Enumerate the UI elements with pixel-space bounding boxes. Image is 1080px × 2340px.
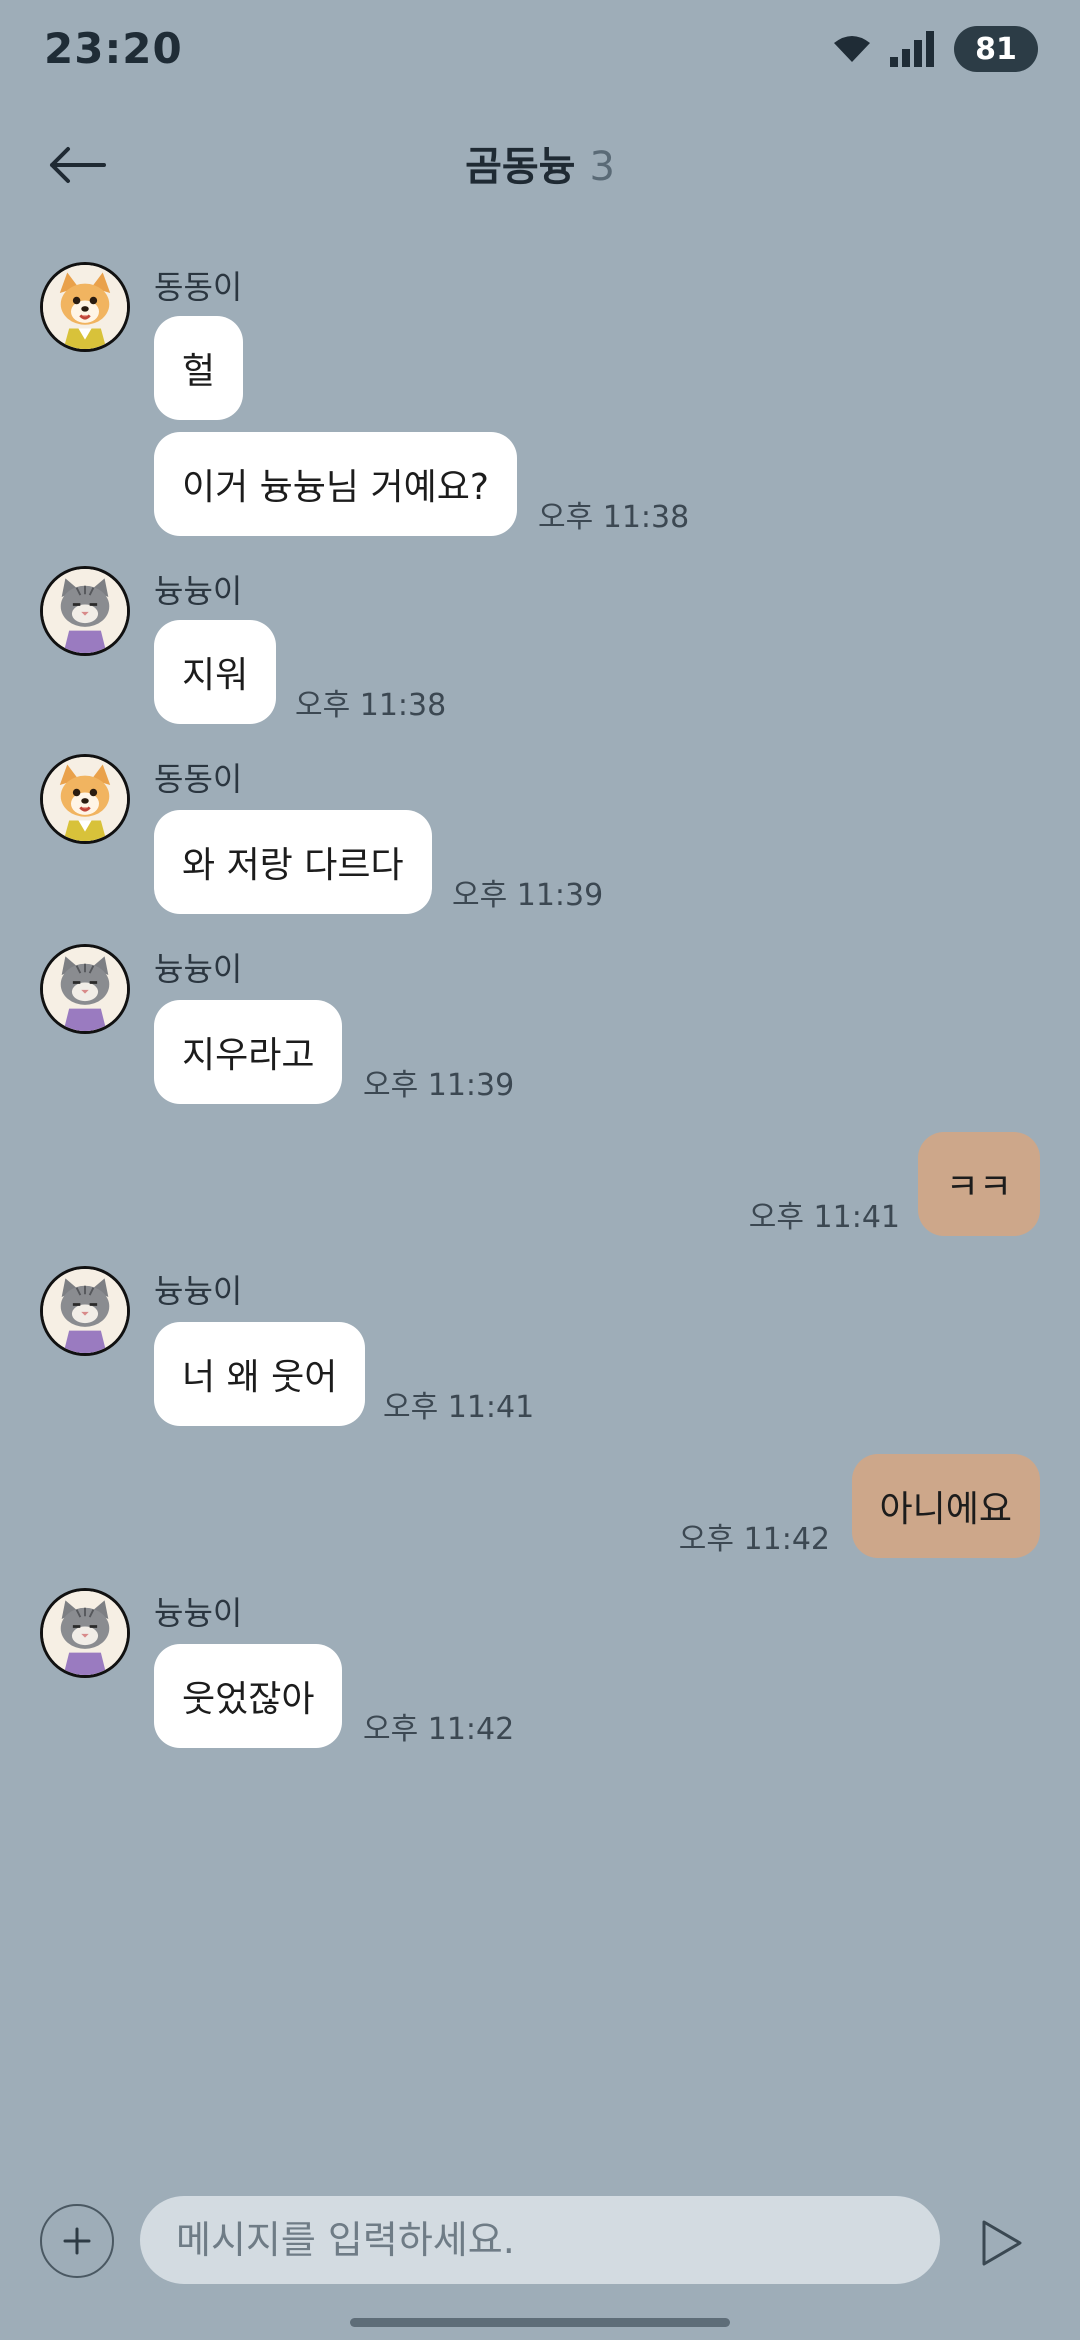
avatar-dog[interactable] — [40, 262, 130, 352]
message-bubble[interactable]: 헐 — [154, 316, 244, 420]
message-time: 오후 11:38 — [538, 500, 690, 535]
message-time: 오후 11:42 — [363, 1712, 515, 1747]
add-attachment-button[interactable] — [40, 2204, 114, 2278]
avatar-cat[interactable] — [40, 566, 130, 656]
message-bubble[interactable]: 웃었잖아 — [154, 1644, 343, 1748]
avatar-cat[interactable] — [40, 944, 130, 1034]
message-bubble[interactable]: 이거 늉늉님 거예요? — [154, 432, 517, 536]
cat-icon — [43, 1269, 127, 1353]
cat-icon — [43, 569, 127, 653]
message-bubble[interactable]: 너 왜 웃어 — [154, 1322, 366, 1426]
sender-name: 늉늉이 — [154, 1272, 243, 1310]
status-time: 23:20 — [44, 24, 183, 73]
message-input[interactable] — [140, 2196, 940, 2284]
message-time: 오후 11:39 — [363, 1068, 515, 1103]
sender-name: 동동이 — [154, 268, 243, 306]
my-message-bubble[interactable]: ㅋㅋ — [917, 1132, 1040, 1236]
wifi-icon — [834, 36, 870, 62]
dog-icon — [43, 757, 127, 841]
my-message-bubble[interactable]: 아니에요 — [851, 1454, 1040, 1558]
sender-name: 늉늉이 — [154, 572, 243, 610]
plus-icon — [63, 2227, 91, 2255]
message-bubble[interactable]: 와 저랑 다르다 — [154, 810, 432, 914]
message-time: 오후 11:42 — [678, 1522, 830, 1557]
chat-title: 곰동늉 — [465, 144, 576, 190]
chat-header: 곰동늉 3 — [0, 120, 1080, 210]
status-icons: 81 — [832, 26, 1038, 72]
dog-icon — [43, 265, 127, 349]
chat-title-area: 곰동늉 3 — [0, 134, 1080, 192]
cat-icon — [43, 1591, 127, 1675]
message-time: 오후 11:39 — [452, 878, 604, 913]
message-time: 오후 11:38 — [295, 688, 447, 723]
sender-name: 늉늉이 — [154, 950, 243, 988]
status-bar: 23:20 81 — [0, 0, 1080, 104]
sender-name: 동동이 — [154, 760, 243, 798]
avatar-dog[interactable] — [40, 754, 130, 844]
message-time: 오후 11:41 — [383, 1390, 535, 1425]
avatar-cat[interactable] — [40, 1266, 130, 1356]
home-indicator[interactable] — [350, 2318, 730, 2327]
send-icon[interactable] — [980, 2218, 1024, 2268]
sender-name: 늉늉이 — [154, 1594, 243, 1632]
avatar-cat[interactable] — [40, 1588, 130, 1678]
cat-icon — [43, 947, 127, 1031]
member-count: 3 — [589, 144, 615, 190]
message-bubble[interactable]: 지우라고 — [154, 1000, 343, 1104]
message-time: 오후 11:41 — [748, 1200, 900, 1235]
message-bubble[interactable]: 지워 — [154, 620, 277, 724]
signal-icon — [890, 31, 934, 67]
battery-badge: 81 — [954, 26, 1038, 72]
